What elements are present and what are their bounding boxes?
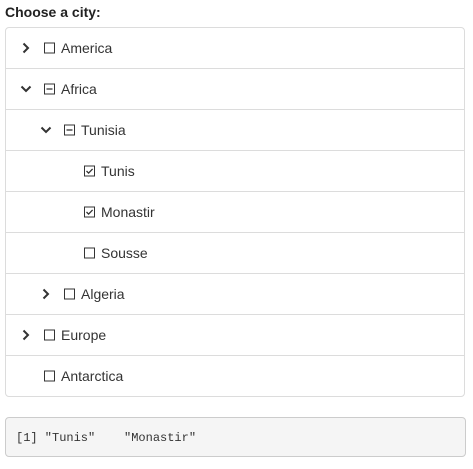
selection-output: [1] "Tunis" "Monastir" <box>5 417 466 457</box>
chevron-down-icon[interactable] <box>20 83 32 95</box>
chevron-down-icon[interactable] <box>40 124 52 136</box>
tree-node-europe[interactable]: Europe <box>6 314 464 355</box>
checkbox-indeterminate[interactable] <box>44 83 55 95</box>
tree-node-label: Sousse <box>101 245 148 261</box>
chevron-right-icon[interactable] <box>20 329 32 341</box>
checkbox-indeterminate[interactable] <box>64 124 75 136</box>
checkbox-unchecked[interactable] <box>84 247 95 259</box>
tree-node-label: Monastir <box>101 204 155 220</box>
checkbox-checked[interactable] <box>84 206 95 218</box>
tree-node-label: Antarctica <box>61 368 124 384</box>
chevron-right-icon[interactable] <box>40 288 52 300</box>
tree-node-sousse[interactable]: Sousse <box>6 232 464 273</box>
chevron-right-icon[interactable] <box>20 42 32 54</box>
tree-node-algeria[interactable]: Algeria <box>6 273 464 314</box>
checkbox-unchecked[interactable] <box>44 370 55 382</box>
checkbox-unchecked[interactable] <box>44 329 55 341</box>
checkbox-unchecked[interactable] <box>64 288 75 300</box>
tree-node-tunisia[interactable]: Tunisia <box>6 109 464 150</box>
checkbox-unchecked[interactable] <box>44 42 55 54</box>
tree-node-america[interactable]: America <box>6 28 464 68</box>
page-title: Choose a city: <box>5 4 101 20</box>
tree-node-label: Tunis <box>101 163 135 179</box>
tree-node-monastir[interactable]: Monastir <box>6 191 464 232</box>
tree-node-tunis[interactable]: Tunis <box>6 150 464 191</box>
tree-node-label: Tunisia <box>81 122 126 138</box>
tree-node-label: Algeria <box>81 286 125 302</box>
checkbox-checked[interactable] <box>84 165 95 177</box>
tree-node-antarctica[interactable]: Antarctica <box>6 355 464 396</box>
tree-node-label: Europe <box>61 327 107 343</box>
tree-node-label: Africa <box>61 81 97 97</box>
city-tree: America Africa Tunisia Tunis Monastir Sousse A… <box>5 27 465 397</box>
tree-node-africa[interactable]: Africa <box>6 68 464 109</box>
tree-node-label: America <box>61 40 113 56</box>
